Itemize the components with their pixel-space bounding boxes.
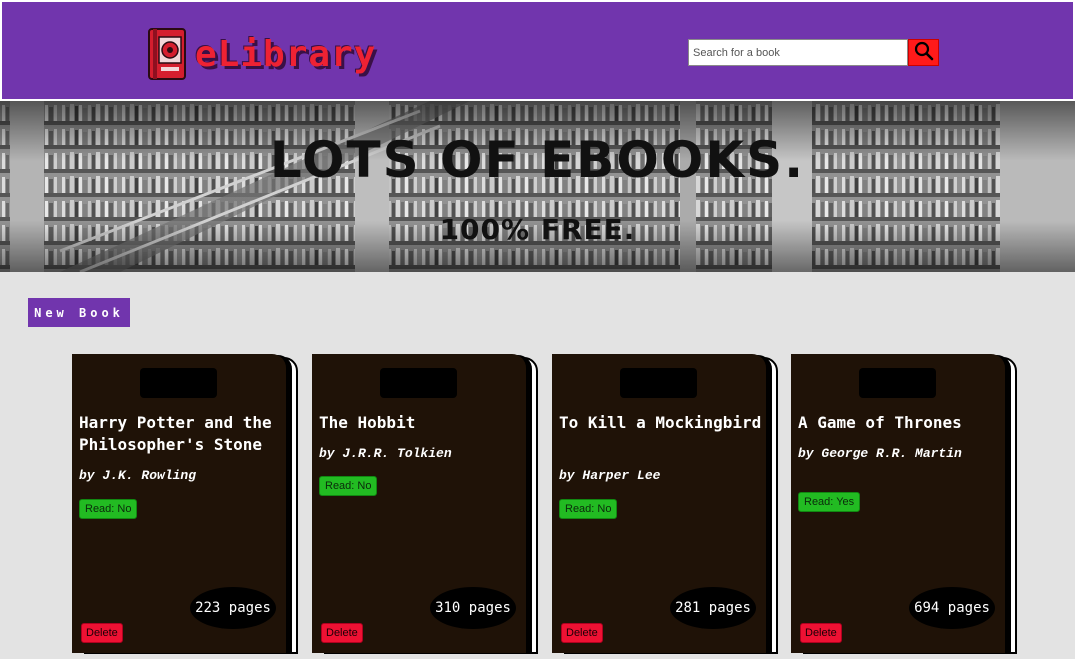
hero-subtitle: 100% FREE. (439, 213, 636, 246)
cover-label (620, 368, 697, 398)
cover-label (140, 368, 217, 398)
page-count: 310 pages (430, 587, 516, 629)
book-cover: Harry Potter and the Philosopher's Stone… (72, 354, 286, 653)
page-count: 281 pages (670, 587, 756, 629)
book-card: Harry Potter and the Philosopher's Stone… (72, 354, 298, 654)
page-count: 223 pages (190, 587, 276, 629)
hero-title: LOTS OF EBOOKS. (269, 131, 806, 189)
book-icon (147, 27, 189, 81)
book-title: The Hobbit (319, 413, 416, 432)
hero-banner: LOTS OF EBOOKS. 100% FREE. (0, 101, 1075, 272)
book-card: The Hobbit by J.R.R. Tolkien Read: No 31… (312, 354, 538, 654)
book-grid: Harry Potter and the Philosopher's Stone… (72, 354, 1032, 659)
page-count: 694 pages (909, 587, 995, 629)
book-card: A Game of Thrones by George R.R. Martin … (791, 354, 1017, 654)
delete-button[interactable]: Delete (800, 623, 842, 643)
cover-label (380, 368, 457, 398)
search-icon (914, 41, 934, 65)
book-author: by J.K. Rowling (79, 468, 197, 483)
book-card: To Kill a Mockingbird by Harper Lee Read… (552, 354, 778, 654)
site-header: eLibrary (0, 0, 1075, 101)
book-cover: A Game of Thrones by George R.R. Martin … (791, 354, 1005, 653)
cover-label (859, 368, 936, 398)
logo-text: eLibrary (195, 33, 377, 75)
read-status-button[interactable]: Read: No (559, 499, 618, 519)
book-author: by George R.R. Martin (798, 446, 962, 461)
book-author: by Harper Lee (559, 468, 661, 483)
site-logo[interactable]: eLibrary (147, 26, 376, 82)
book-title: A Game of Thrones (798, 413, 962, 432)
delete-button[interactable]: Delete (561, 623, 603, 643)
book-title: Harry Potter and the Philosopher's Stone (79, 413, 272, 454)
delete-button[interactable]: Delete (321, 623, 363, 643)
read-status-button[interactable]: Read: No (79, 499, 138, 519)
read-status-button[interactable]: Read: No (319, 476, 378, 496)
delete-button[interactable]: Delete (81, 623, 123, 643)
book-author: by J.R.R. Tolkien (319, 446, 452, 461)
new-book-button[interactable]: New Book (28, 298, 130, 327)
book-title: To Kill a Mockingbird (559, 413, 762, 432)
search-bar (688, 39, 939, 66)
book-cover: To Kill a Mockingbird by Harper Lee Read… (552, 354, 766, 653)
search-input[interactable] (688, 39, 908, 66)
search-button[interactable] (908, 39, 939, 66)
read-status-button[interactable]: Read: Yes (798, 492, 861, 512)
book-cover: The Hobbit by J.R.R. Tolkien Read: No 31… (312, 354, 526, 653)
